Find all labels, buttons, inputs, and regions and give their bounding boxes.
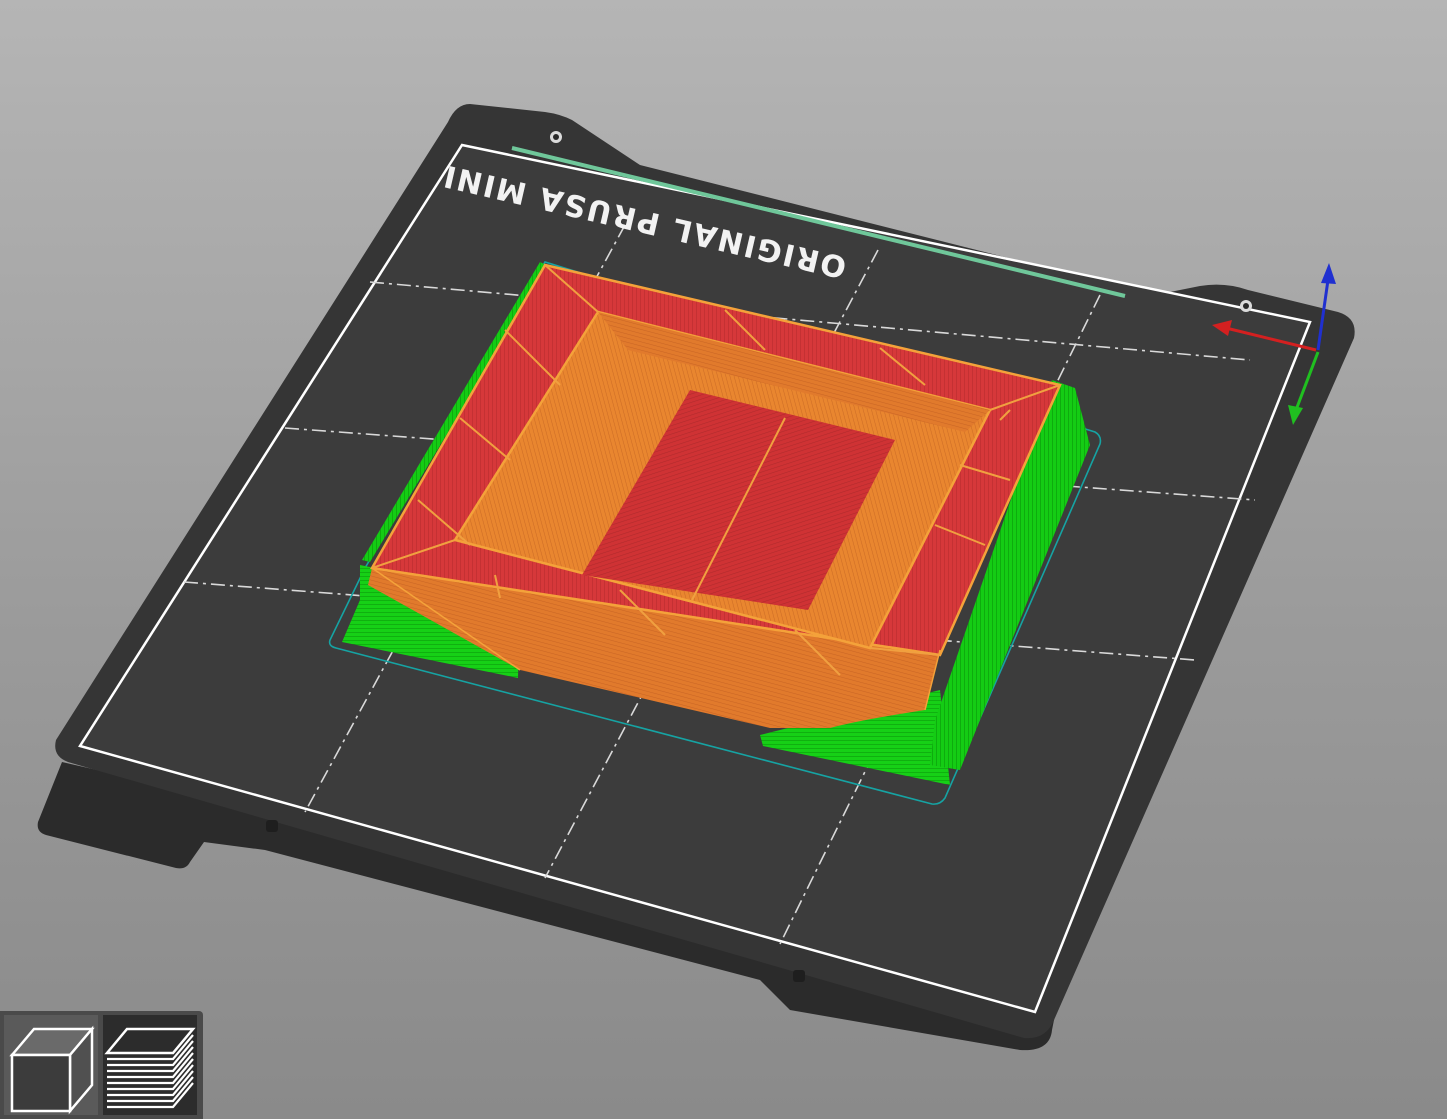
scene-svg[interactable]: ORIGINAL PRUSA MINI xyxy=(0,0,1447,1119)
z-axis-arrow-icon xyxy=(1321,263,1336,284)
3d-scene-canvas[interactable]: ORIGINAL PRUSA MINI xyxy=(0,0,1447,1119)
layers-icon xyxy=(104,1027,196,1109)
cube-icon xyxy=(9,1025,95,1115)
preview-button[interactable] xyxy=(103,1015,197,1115)
view-switcher xyxy=(0,1011,203,1119)
3d-view-button[interactable] xyxy=(4,1015,98,1115)
